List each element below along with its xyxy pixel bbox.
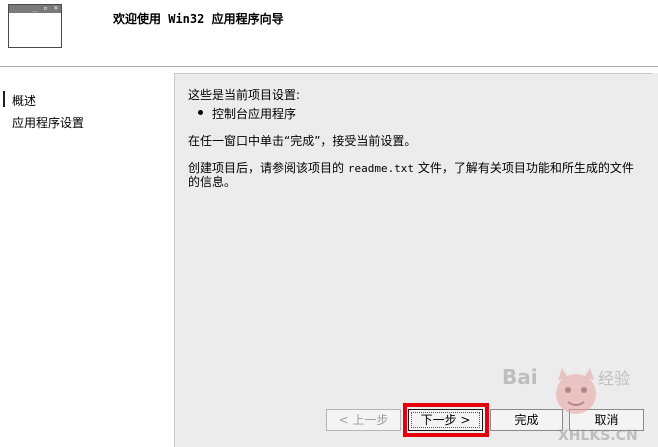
wizard-content-panel: 这些是当前项目设置: 控制台应用程序 在任一窗口中单击“完成”，接受当前设置。 … xyxy=(174,73,652,395)
wizard-button-bar: < 上一步 下一步 > 完成 取消 xyxy=(174,395,658,447)
cancel-button[interactable]: 取消 xyxy=(569,409,644,431)
wizard-dialog: _ ▫ × 欢迎使用 Win32 应用程序向导 概述 应用程序设置 这些是当前项… xyxy=(0,0,658,447)
after-create-note-line2: 的信息。 xyxy=(188,175,237,189)
nav-item-application-settings[interactable]: 应用程序设置 xyxy=(12,114,84,131)
after-create-text-b: 文件，了解有关项目功能和所生成的文件 xyxy=(414,161,634,175)
after-create-note-line1: 创建项目后，请参阅该项目的 readme.txt 文件，了解有关项目功能和所生成… xyxy=(188,159,634,176)
application-window-icon: _ ▫ × xyxy=(8,4,62,48)
next-button[interactable]: 下一步 > xyxy=(408,409,483,431)
wizard-header: _ ▫ × 欢迎使用 Win32 应用程序向导 xyxy=(0,0,658,67)
finish-button[interactable]: 完成 xyxy=(490,409,563,431)
focus-rect xyxy=(411,412,480,428)
bullet-icon xyxy=(198,110,203,115)
current-step-marker xyxy=(3,91,5,107)
readme-filename: readme.txt xyxy=(347,162,415,175)
back-button[interactable]: < 上一步 xyxy=(326,409,401,431)
project-type-value: 控制台应用程序 xyxy=(212,107,297,121)
window-icon-titlebar: _ ▫ × xyxy=(9,4,61,13)
finish-hint: 在任一窗口中单击“完成”，接受当前设置。 xyxy=(188,134,417,148)
project-settings-intro: 这些是当前项目设置: xyxy=(188,88,301,102)
nav-item-overview[interactable]: 概述 xyxy=(12,92,36,109)
wizard-nav: 概述 应用程序设置 xyxy=(0,76,172,447)
dialog-right-edge xyxy=(652,73,658,447)
window-icon-buttons: _ ▫ × xyxy=(32,4,59,12)
wizard-title: 欢迎使用 Win32 应用程序向导 xyxy=(113,12,284,26)
